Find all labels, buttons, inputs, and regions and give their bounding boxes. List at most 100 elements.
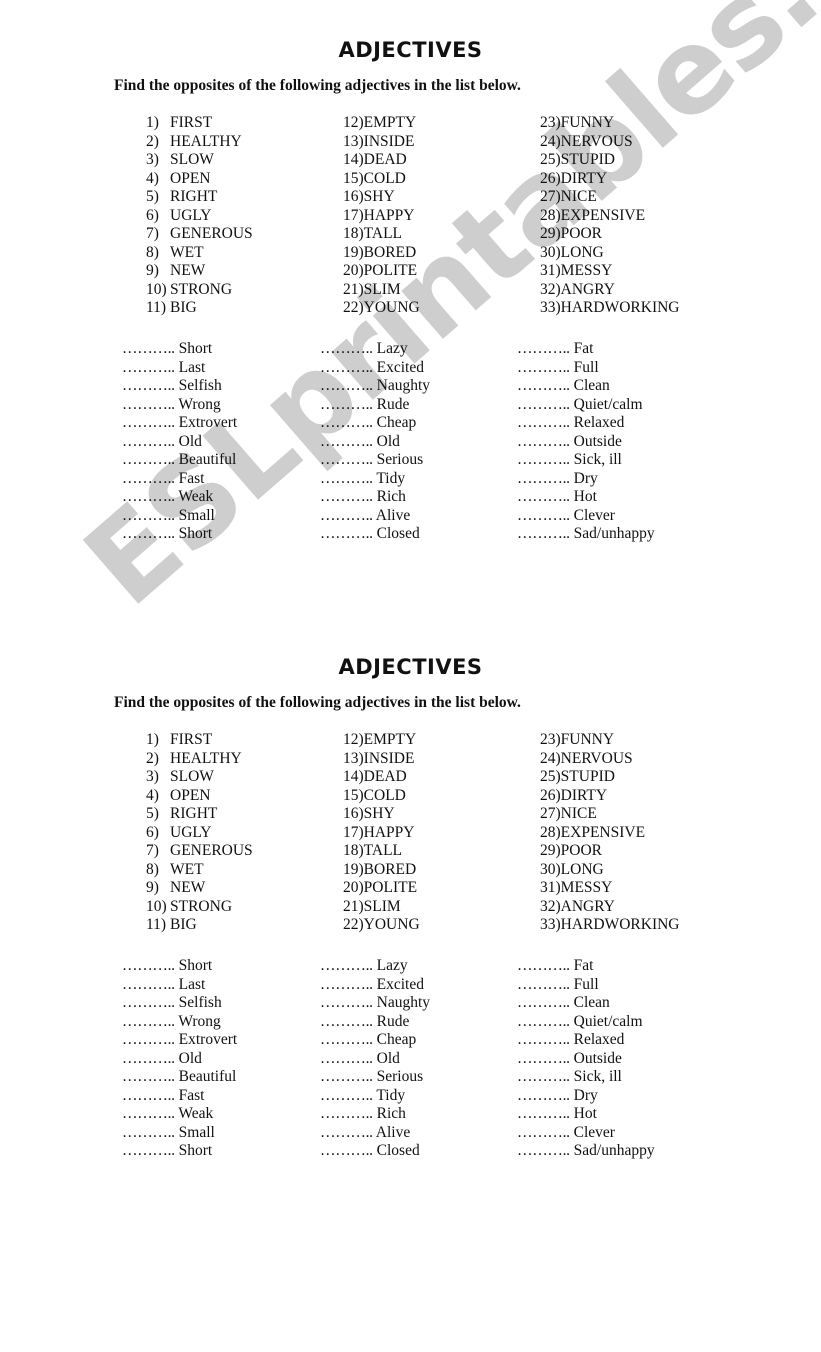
answer-blank[interactable]: ……….. xyxy=(517,957,570,974)
answer-blank[interactable]: ……….. xyxy=(320,470,373,487)
opposite-item: ……….. Outside xyxy=(517,433,655,452)
answer-blank[interactable]: ……….. xyxy=(320,396,373,413)
adjective-item: 19)BORED xyxy=(343,244,420,263)
item-number: 20) xyxy=(343,262,364,279)
answer-blank[interactable]: ……….. xyxy=(320,1068,373,1085)
opposite-item: ……….. Hot xyxy=(517,1105,655,1124)
answer-blank[interactable]: ……….. xyxy=(517,488,570,505)
answer-blank[interactable]: ……….. xyxy=(517,377,570,394)
answer-blank[interactable]: ……….. xyxy=(320,507,373,524)
answer-blank[interactable]: ……….. xyxy=(122,507,175,524)
answer-blank[interactable]: ……….. xyxy=(122,470,175,487)
answer-blank[interactable]: ……….. xyxy=(122,1105,175,1122)
adjective-item: 29)POOR xyxy=(540,225,680,244)
adjective-word: SLIM xyxy=(363,897,401,915)
answer-blank[interactable]: ……….. xyxy=(122,957,175,974)
answer-blank[interactable]: ……….. xyxy=(320,377,373,394)
opposite-column-3: ……….. Fat……….. Full……….. Clean……….. Quie… xyxy=(517,340,655,544)
answer-blank[interactable]: ……….. xyxy=(122,976,175,993)
adjective-item: 9) NEW xyxy=(146,879,253,898)
answer-blank[interactable]: ……….. xyxy=(320,488,373,505)
answer-blank[interactable]: ……….. xyxy=(320,525,373,542)
answer-blank[interactable]: ……….. xyxy=(122,1087,175,1104)
answer-blank[interactable]: ……….. xyxy=(320,359,373,376)
answer-blank[interactable]: ……….. xyxy=(517,470,570,487)
answer-blank[interactable]: ……….. xyxy=(320,433,373,450)
opposite-item: ……….. Fast xyxy=(122,1087,237,1106)
answer-blank[interactable]: ……….. xyxy=(320,957,373,974)
opposite-item: ……….. Weak xyxy=(122,1105,237,1124)
answer-blank[interactable]: ……….. xyxy=(320,994,373,1011)
answer-blank[interactable]: ……….. xyxy=(517,414,570,431)
answer-blank[interactable]: ……….. xyxy=(517,507,570,524)
adjective-word: FIRST xyxy=(170,114,213,131)
answer-blank[interactable]: ……….. xyxy=(517,525,570,542)
answer-blank[interactable]: ……….. xyxy=(320,976,373,993)
adjective-word: LONG xyxy=(560,860,604,878)
answer-blank[interactable]: ……….. xyxy=(517,340,570,357)
answer-blank[interactable]: ……….. xyxy=(122,1142,175,1159)
answer-blank[interactable]: ……….. xyxy=(122,451,175,468)
answer-blank[interactable]: ……….. xyxy=(517,396,570,413)
item-number: 30) xyxy=(540,243,561,261)
adjective-word: HAPPY xyxy=(363,206,415,224)
answer-blank[interactable]: ……….. xyxy=(122,1031,175,1048)
answer-blank[interactable]: ……….. xyxy=(517,994,570,1011)
adjective-word: EXPENSIVE xyxy=(560,823,646,841)
opposite-item: ……….. Old xyxy=(122,433,237,452)
answer-blank[interactable]: ……….. xyxy=(320,414,373,431)
opposite-word: Old xyxy=(178,432,202,450)
answer-blank[interactable]: ……….. xyxy=(517,359,570,376)
item-number: 26) xyxy=(540,169,561,187)
answer-blank[interactable]: ……….. xyxy=(122,396,175,413)
item-number: 6) xyxy=(146,206,159,224)
answer-blank[interactable]: ……….. xyxy=(517,1142,570,1159)
answer-blank[interactable]: ……….. xyxy=(122,1050,175,1067)
answer-blank[interactable]: ……….. xyxy=(122,340,175,357)
adjective-item: 18)TALL xyxy=(343,225,420,244)
answer-blank[interactable]: ……….. xyxy=(517,1013,570,1030)
adjective-item: 10) STRONG xyxy=(146,281,253,300)
answer-blank[interactable]: ……….. xyxy=(122,414,175,431)
item-number: 27) xyxy=(540,805,561,822)
opposite-word: Clever xyxy=(573,1123,615,1141)
answer-blank[interactable]: ……….. xyxy=(517,433,570,450)
answer-blank[interactable]: ……….. xyxy=(320,1087,373,1104)
answer-blank[interactable]: ……….. xyxy=(122,359,175,376)
opposite-word: Sad/unhappy xyxy=(573,525,655,542)
answer-blank[interactable]: ……….. xyxy=(122,1124,175,1141)
answer-blank[interactable]: ……….. xyxy=(517,1050,570,1067)
opposite-word: Relaxed xyxy=(573,1031,625,1048)
answer-blank[interactable]: ……….. xyxy=(320,1031,373,1048)
answer-blank[interactable]: ……….. xyxy=(517,1068,570,1085)
answer-blank[interactable]: ……….. xyxy=(320,1124,373,1141)
answer-blank[interactable]: ……….. xyxy=(517,451,570,468)
opposite-item: ……….. Extrovert xyxy=(122,1031,237,1050)
answer-blank[interactable]: ……….. xyxy=(122,377,175,394)
answer-blank[interactable]: ……….. xyxy=(320,1013,373,1030)
answer-blank[interactable]: ……….. xyxy=(320,451,373,468)
opposite-word: Alive xyxy=(375,1123,411,1141)
answer-blank[interactable]: ……….. xyxy=(122,525,175,542)
answer-blank[interactable]: ……….. xyxy=(517,1031,570,1048)
answer-blank[interactable]: ……….. xyxy=(122,433,175,450)
adjective-item: 15)COLD xyxy=(343,170,420,189)
answer-blank[interactable]: ……….. xyxy=(517,976,570,993)
answer-blank[interactable]: ……….. xyxy=(517,1124,570,1141)
opposite-word: Excited xyxy=(376,358,424,376)
answer-blank[interactable]: ……….. xyxy=(320,340,373,357)
answer-blank[interactable]: ……….. xyxy=(122,1068,175,1085)
answer-blank[interactable]: ……….. xyxy=(517,1087,570,1104)
answer-blank[interactable]: ……….. xyxy=(122,994,175,1011)
answer-blank[interactable]: ……….. xyxy=(122,488,175,505)
opposite-item: ……….. Full xyxy=(517,976,655,995)
answer-blank[interactable]: ……….. xyxy=(320,1105,373,1122)
item-number: 17) xyxy=(343,206,364,224)
opposite-word: Tidy xyxy=(376,1086,406,1104)
answer-blank[interactable]: ……….. xyxy=(320,1050,373,1067)
answer-blank[interactable]: ……….. xyxy=(320,1142,373,1159)
answer-blank[interactable]: ……….. xyxy=(517,1105,570,1122)
adjective-item: 30)LONG xyxy=(540,861,680,880)
answer-blank[interactable]: ……….. xyxy=(122,1013,175,1030)
adjective-item: 28)EXPENSIVE xyxy=(540,824,680,843)
